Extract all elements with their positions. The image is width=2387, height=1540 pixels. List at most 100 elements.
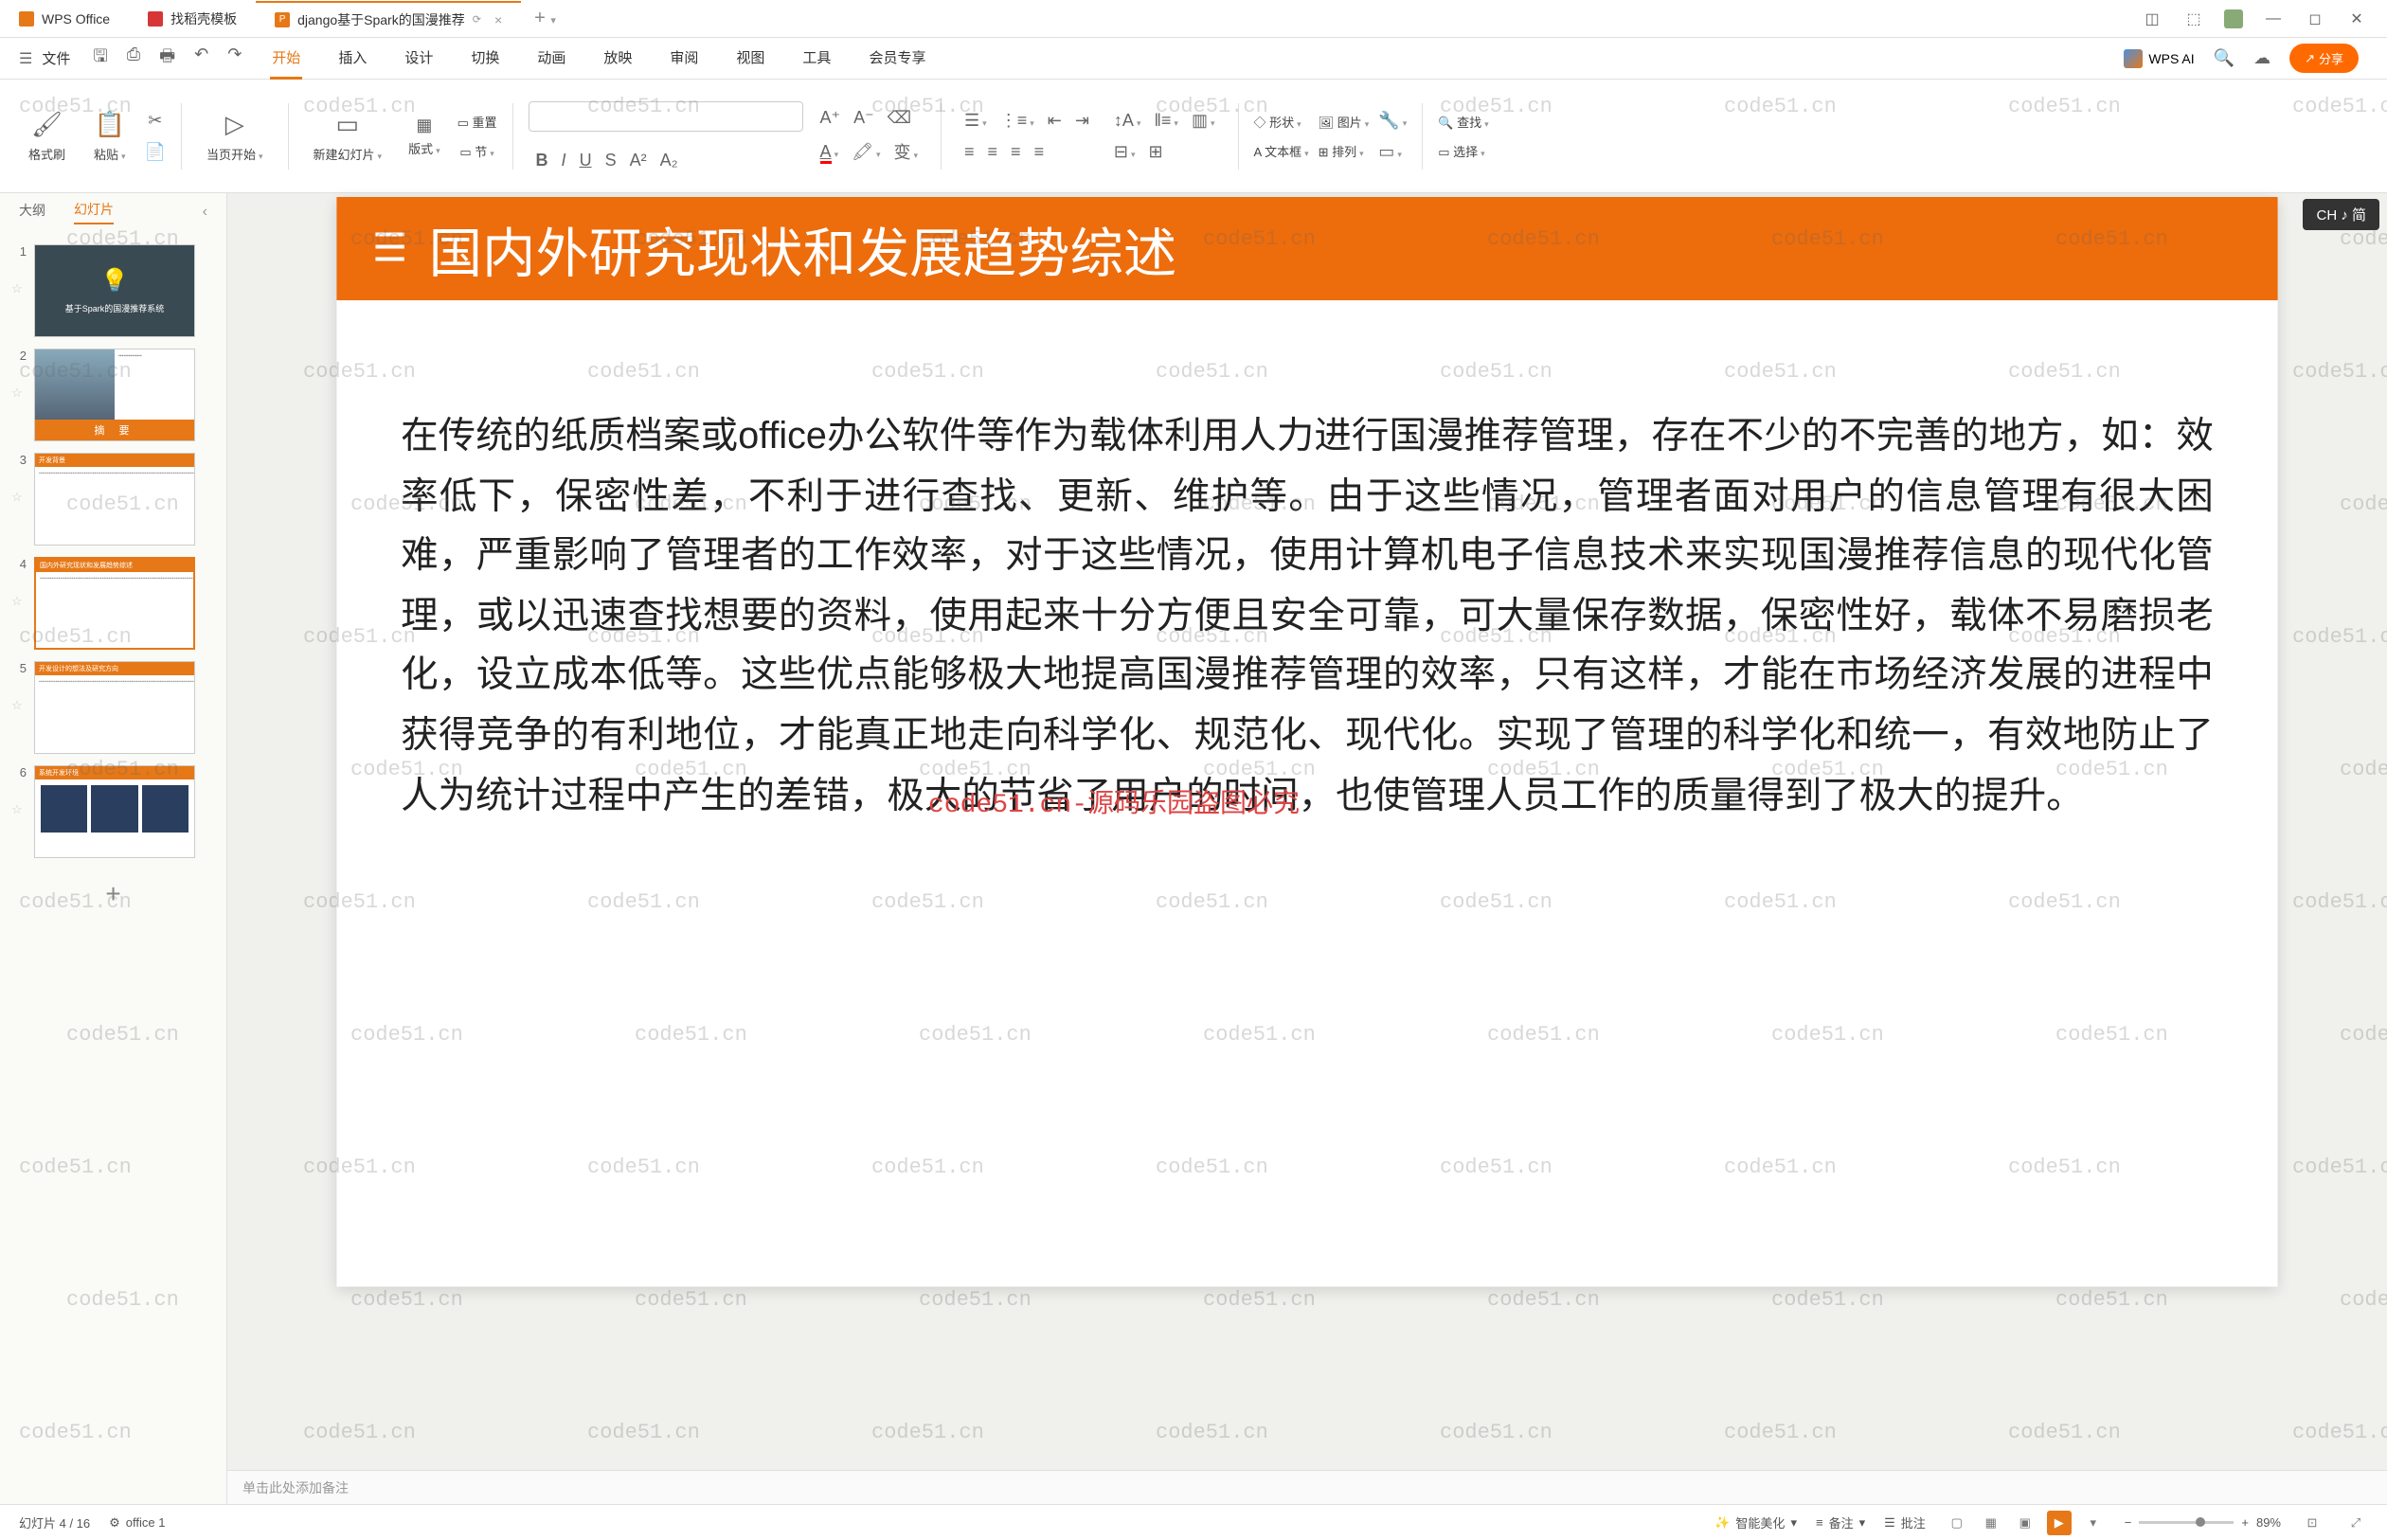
tab-review[interactable]: 审阅 [668,38,700,80]
play-dropdown-icon[interactable]: ▾ [2081,1511,2106,1535]
ime-badge[interactable]: CH ♪ 简 [2303,199,2379,230]
tab-transition[interactable]: 切换 [469,38,501,80]
slide-content[interactable]: ☰ 国内外研究现状和发展趋势综述 在传统的纸质档案或office办公软件等作为载… [336,197,2277,1287]
tab-wps-office[interactable]: WPS Office [0,1,129,37]
star-icon[interactable]: ☆ [11,281,25,296]
new-slide-button[interactable]: ▭ 新建幻灯片▾ [304,110,392,163]
comments-button[interactable]: ☰ 批注 [1884,1513,1926,1531]
valign-icon[interactable]: ⊟▾ [1114,142,1136,162]
close-icon[interactable]: ✕ [2345,8,2368,30]
numbering-icon[interactable]: ⋮≡▾ [1000,111,1034,131]
zoom-slider[interactable] [2139,1521,2234,1524]
collapse-icon[interactable]: ‹ [203,204,207,221]
tab-view[interactable]: 视图 [734,38,766,80]
tab-template[interactable]: 找稻壳模板 [129,1,256,37]
shape-button[interactable]: ◇ 形状▾ [1254,113,1301,131]
wps-ai-button[interactable]: WPS AI [2124,49,2194,68]
copy-icon[interactable]: 📄 [145,142,166,162]
fit-button[interactable]: ⊡ [2300,1511,2324,1535]
align-center-icon[interactable]: ≡ [988,142,998,162]
print-icon[interactable]: 🖶 [159,45,175,73]
search-icon[interactable]: 🔍 [2214,48,2234,68]
slide-thumb-3[interactable]: 开发背景 ▪▪▪▪▪▪▪▪▪▪▪▪▪▪▪▪▪▪▪▪▪▪▪▪▪▪▪▪▪▪▪▪▪▪▪… [34,453,195,546]
font-smaller-icon[interactable]: A⁻ [853,108,874,128]
office-indicator[interactable]: ⚙ office 1 [109,1515,165,1531]
slide-thumb-5[interactable]: 开发设计的想法及研究方向 ▪▪▪▪▪▪▪▪▪▪▪▪▪▪▪▪▪▪▪▪▪▪▪▪▪▪▪… [34,661,195,754]
font-selector[interactable] [529,101,803,132]
beautify-button[interactable]: ✨ 智能美化 ▾ [1714,1513,1797,1531]
notes-area[interactable]: 单击此处添加备注 [227,1470,2387,1504]
indent-right-icon[interactable]: ⇥ [1075,111,1089,131]
zoom-value[interactable]: 89% [2256,1515,2281,1530]
slide-body-text[interactable]: 在传统的纸质档案或office办公软件等作为载体利用人力进行国漫推荐管理，存在不… [401,407,2214,826]
save-icon[interactable]: 🖫 [93,45,107,73]
play-view-icon[interactable]: ▶ [2047,1511,2072,1535]
slide-title-bar[interactable]: ☰ 国内外研究现状和发展趋势综述 [336,197,2277,300]
tab-slideshow[interactable]: 放映 [601,38,634,80]
font-effect-icon[interactable]: 变▾ [893,139,918,164]
fill-icon[interactable]: 🔧▾ [1378,111,1407,131]
export-icon[interactable]: ⎙ [127,45,140,73]
font-bigger-icon[interactable]: A⁺ [820,108,841,128]
layout-button[interactable]: ▦版式▾ [401,116,448,157]
expand-button[interactable]: ⤢ [2343,1511,2368,1535]
indent-left-icon[interactable]: ⇤ [1048,111,1062,131]
slide-title[interactable]: 国内外研究现状和发展趋势综述 [429,209,1177,288]
slide-indicator[interactable]: 幻灯片 4 / 16 [19,1513,90,1531]
paste-button[interactable]: 📋 粘贴▾ [84,110,135,163]
super-icon[interactable]: A² [630,151,647,170]
tab-member[interactable]: 会员专享 [867,38,927,80]
cube-icon[interactable]: ⬚ [2182,8,2205,30]
align-left-icon[interactable]: ≡ [964,142,975,162]
font-color-icon[interactable]: A▾ [820,142,839,162]
text-dir-icon[interactable]: ↕A▾ [1114,111,1141,131]
bold-icon[interactable]: B [536,151,548,170]
slide-canvas[interactable]: ☰ 国内外研究现状和发展趋势综述 在传统的纸质档案或office办公软件等作为载… [227,193,2387,1470]
star-icon[interactable]: ☆ [11,594,25,609]
file-menu[interactable]: 文件 [42,48,70,68]
tab-tools[interactable]: 工具 [800,38,833,80]
maximize-icon[interactable]: ◻ [2304,8,2326,30]
zoom-out-button[interactable]: − [2125,1515,2132,1530]
section-button[interactable]: ▭ 节▾ [459,142,494,160]
columns-icon[interactable]: ▥▾ [1192,111,1215,131]
align-right-icon[interactable]: ≡ [1011,142,1021,162]
reset-button[interactable]: ▭ 重置 [458,113,497,131]
find-button[interactable]: 🔍 查找▾ [1438,113,1488,131]
tab-design[interactable]: 设计 [403,38,435,80]
overlap-icon[interactable]: ◫ [2141,8,2163,30]
italic-icon[interactable]: I [562,151,566,170]
tab-document[interactable]: P django基于Spark的国漫推荐 ⟳ × [256,1,521,37]
star-icon[interactable]: ☆ [11,802,25,817]
clear-format-icon[interactable]: ⌫ [888,108,911,128]
hamburger-icon[interactable]: ☰ [19,49,32,68]
minimize-icon[interactable]: — [2262,8,2285,30]
line-spacing-icon[interactable]: ‖≡▾ [1154,111,1177,131]
underline-icon[interactable]: U [580,151,592,170]
slide-thumb-2[interactable]: ▪▪▪▪▪▪▪▪▪▪▪▪▪▪摘 要 [34,349,195,441]
close-tab-icon[interactable]: × [494,12,502,27]
star-icon[interactable]: ☆ [11,385,25,401]
textbox-button[interactable]: A 文本框▾ [1254,142,1309,160]
slide-thumb-4[interactable]: 国内外研究现状和发展趋势综述 ▪▪▪▪▪▪▪▪▪▪▪▪▪▪▪▪▪▪▪▪▪▪▪▪▪… [34,557,195,650]
cut-icon[interactable]: ✂ [148,111,162,131]
start-current-button[interactable]: ▷ 当页开始▾ [197,110,273,163]
format-brush-button[interactable]: 🖌 格式刷 [19,110,75,163]
add-slide-button[interactable]: + [105,879,120,909]
image-button[interactable]: 🖼 图片▾ [1319,113,1370,131]
tab-animation[interactable]: 动画 [535,38,567,80]
slide-thumb-6[interactable]: 系统开发环境 [34,765,195,858]
outline-icon[interactable]: ▭▾ [1378,142,1402,162]
add-tab-button[interactable]: + ▾ [521,8,569,29]
star-icon[interactable]: ☆ [11,490,25,505]
star-icon[interactable]: ☆ [11,698,25,713]
arrange-button[interactable]: ⊞ 排列▾ [1319,142,1364,160]
zoom-in-button[interactable]: + [2241,1515,2249,1530]
share-button[interactable]: ↗ 分享 [2289,44,2359,73]
distribute-icon[interactable]: ⊞ [1149,142,1163,162]
avatar-icon[interactable] [2224,9,2243,28]
highlight-icon[interactable]: 🖍▾ [852,142,880,162]
undo-icon[interactable]: ↶ [194,45,208,73]
slides-tab[interactable]: 幻灯片 [74,200,114,224]
sorter-view-icon[interactable]: ▦ [1979,1511,2003,1535]
